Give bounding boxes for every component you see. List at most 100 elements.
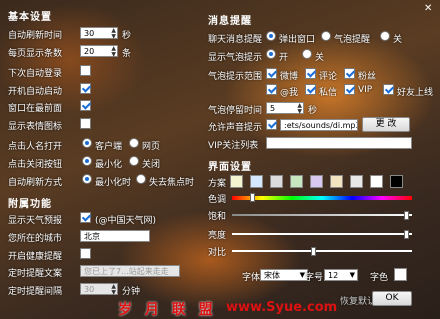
font-label: 字体 [242, 273, 261, 283]
auto-refresh-blur-radio[interactable] [136, 174, 146, 184]
click-name-web-label: 网页 [142, 142, 161, 152]
click-close-close-label: 关闭 [142, 160, 161, 170]
scheme-swatch[interactable] [230, 175, 243, 188]
saturation-label: 饱和 [208, 212, 227, 222]
saturation-slider-track[interactable] [232, 214, 412, 216]
range-friend-online-label: 好友上线 [397, 88, 434, 98]
font-size-label: 字号 [305, 273, 324, 283]
scheme-swatch[interactable] [370, 175, 383, 188]
lightness-label: 亮度 [208, 231, 227, 241]
click-name-client-radio[interactable] [82, 138, 92, 148]
per-page-value: 20 [84, 47, 95, 56]
range-comment-checkbox[interactable] [305, 68, 316, 79]
click-close-label: 点击关闭按钮 [8, 160, 63, 170]
range-comment-label: 评论 [319, 72, 338, 82]
chevron-down-icon[interactable]: ▼ [350, 270, 355, 280]
timer-text-input[interactable]: 您已上了7...站起来走走 [80, 265, 180, 277]
health-label: 开启健康提醒 [8, 252, 63, 262]
click-name-web-radio[interactable] [129, 138, 139, 148]
hue-slider-track[interactable] [232, 196, 412, 200]
bubble-show-label: 显示气泡提示 [208, 53, 263, 63]
range-at-me-checkbox[interactable] [266, 84, 277, 95]
range-at-me-label: @我 [280, 88, 299, 98]
auto-start-checkbox[interactable] [80, 83, 91, 94]
chat-popup-radio[interactable] [266, 31, 276, 41]
bubble-on-label: 开 [279, 53, 289, 63]
emoji-checkbox[interactable] [80, 118, 91, 129]
per-page-spinner[interactable]: 20 ▲ ▼ [80, 45, 118, 58]
chat-bubble-radio[interactable] [321, 31, 331, 41]
range-dm-checkbox[interactable] [305, 84, 316, 95]
auto-refresh-minimized-radio[interactable] [82, 174, 92, 184]
auto-refresh-blur-label: 失去焦点时 [149, 178, 195, 188]
scheme-swatch[interactable] [310, 175, 323, 188]
auto-login-checkbox[interactable] [80, 65, 91, 76]
basic-settings-title: 基本设置 [8, 12, 52, 23]
restore-default-link[interactable]: 恢复默认 [340, 294, 376, 307]
bubble-stay-label: 气泡停留时间 [208, 106, 263, 116]
sound-checkbox[interactable] [266, 119, 277, 130]
contrast-slider-track[interactable] [232, 250, 412, 252]
click-close-minimize-radio[interactable] [82, 156, 92, 166]
scheme-swatch[interactable] [350, 175, 363, 188]
spinner-arrows-icon[interactable]: ▲ ▼ [111, 46, 116, 58]
chat-off-radio[interactable] [380, 31, 390, 41]
scheme-swatch[interactable] [270, 175, 283, 188]
refresh-interval-spinner[interactable]: 30 ▲ ▼ [80, 27, 118, 40]
bubble-range-label: 气泡提示范围 [208, 72, 263, 82]
timer-text-label: 定时提醒文案 [8, 269, 63, 279]
chat-popup-label: 弹出窗口 [279, 35, 316, 45]
bubble-stay-spinner[interactable]: 5 ▲ ▼ [266, 102, 304, 115]
notify-title: 消息提醒 [208, 16, 252, 27]
bubble-stay-value: 5 [270, 104, 276, 113]
timer-interval-label: 定时提醒间隔 [8, 287, 63, 297]
click-name-label: 点击人名打开 [8, 142, 63, 152]
hue-label: 色调 [208, 195, 227, 205]
city-label: 您所在的城市 [8, 234, 63, 244]
per-page-unit: 条 [122, 49, 132, 59]
timer-interval-spinner[interactable]: 30 ▲ ▼ [80, 283, 118, 296]
emoji-label: 显示表情图标 [8, 122, 63, 132]
spinner-arrows-icon[interactable]: ▲ ▼ [111, 28, 116, 40]
auto-refresh-minimized-label: 最小化时 [95, 178, 132, 188]
city-input[interactable]: 北京 [80, 230, 150, 242]
health-checkbox[interactable] [80, 248, 91, 259]
bubble-on-radio[interactable] [266, 49, 276, 59]
spinner-arrows-icon[interactable]: ▲ ▼ [111, 284, 116, 296]
hue-slider-thumb[interactable] [249, 193, 255, 202]
font-size-select[interactable]: 12 ▼ [324, 269, 358, 281]
scheme-swatch[interactable] [250, 175, 263, 188]
sound-change-button[interactable]: 更 改 [362, 117, 410, 132]
spinner-arrows-icon[interactable]: ▲ ▼ [297, 103, 302, 115]
font-select[interactable]: 宋体 ▼ [260, 269, 308, 281]
scheme-swatch[interactable] [330, 175, 343, 188]
vip-list-input[interactable] [266, 137, 412, 149]
range-friend-online-checkbox[interactable] [383, 84, 394, 95]
range-fans-label: 粉丝 [358, 72, 377, 82]
auto-login-label: 下次自动登录 [8, 69, 63, 79]
click-close-minimize-label: 最小化 [95, 160, 123, 170]
contrast-label: 对比 [208, 248, 227, 258]
font-color-swatch[interactable] [394, 268, 407, 281]
lightness-slider-track[interactable] [232, 233, 412, 235]
bubble-off-radio[interactable] [302, 49, 312, 59]
sound-path-input[interactable]: :ets/sounds/di.mp3 [280, 119, 358, 131]
chat-notify-label: 聊天消息提醒 [208, 35, 263, 45]
ok-button[interactable]: OK [372, 291, 412, 306]
ui-settings-title: 界面设置 [208, 162, 252, 173]
range-vip-checkbox[interactable] [344, 84, 355, 95]
saturation-slider-thumb[interactable] [403, 211, 409, 220]
close-icon[interactable]: ✕ [424, 4, 432, 14]
refresh-value: 30 [84, 29, 95, 38]
click-close-close-radio[interactable] [129, 156, 139, 166]
scheme-swatch[interactable] [390, 175, 403, 188]
range-weibo-checkbox[interactable] [266, 68, 277, 79]
lightness-slider-thumb[interactable] [403, 230, 409, 239]
weather-checkbox[interactable] [80, 212, 91, 223]
contrast-slider-thumb[interactable] [310, 247, 316, 256]
on-top-checkbox[interactable] [80, 100, 91, 111]
scheme-swatch[interactable] [290, 175, 303, 188]
range-fans-checkbox[interactable] [344, 68, 355, 79]
watermark-url: www.Syue.com [226, 300, 338, 315]
font-size-value: 12 [328, 271, 339, 280]
